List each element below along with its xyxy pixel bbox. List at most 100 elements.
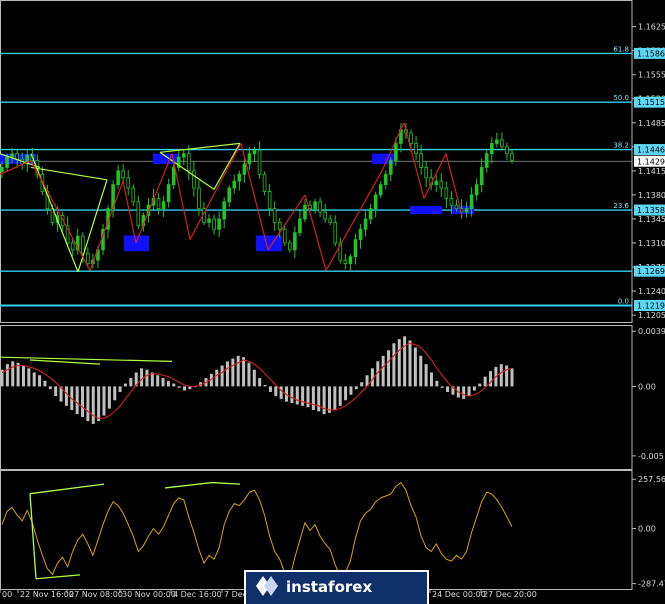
main-tick-label: 1.1485 <box>638 119 665 128</box>
macd-histogram-bar <box>472 386 476 391</box>
candle-body <box>469 194 474 210</box>
macd-histogram-bar <box>11 361 15 387</box>
macd-histogram-bar <box>327 386 331 413</box>
candle-body <box>227 187 232 203</box>
macd-histogram-bar <box>81 386 85 417</box>
candle-body <box>161 201 166 210</box>
macd-histogram-bar <box>462 386 466 399</box>
macd-histogram-bar <box>140 368 144 387</box>
candle-body <box>373 194 378 210</box>
candle-body <box>510 153 514 161</box>
level-price-value: 1.1358 <box>637 206 665 215</box>
candle-body <box>171 167 176 186</box>
candle-body <box>500 139 504 148</box>
macd-histogram-bar <box>478 383 482 387</box>
macd-histogram-bar <box>263 384 267 387</box>
candle-body <box>505 146 509 155</box>
macd-histogram-bar <box>161 378 165 387</box>
level-price-value: 1.1586 <box>637 49 665 58</box>
candle-body <box>0 167 4 172</box>
candle-body <box>444 187 449 199</box>
candle-body <box>181 153 186 158</box>
macd-histogram-bar <box>166 380 170 387</box>
macd-histogram-bar <box>86 386 90 422</box>
trading-chart[interactable]: 1.16251.15901.15551.15201.14851.14501.14… <box>0 0 665 604</box>
macd-histogram-bar <box>311 386 315 411</box>
macd-histogram-bar <box>333 386 337 411</box>
macd-histogram-bar <box>183 386 187 391</box>
candle-body <box>490 142 494 155</box>
time-tick-label: 27 Nov 08:00 <box>69 590 123 599</box>
fibo-level-label: 0.0 <box>618 298 629 306</box>
fibo-level-label: 23.6 <box>613 202 629 210</box>
macd-histogram-bar <box>295 386 299 405</box>
macd-histogram-bar <box>392 343 396 387</box>
time-tick-label: 7 Dec <box>224 590 247 599</box>
macd-histogram-bar <box>505 365 509 387</box>
time-tick-label: 00 <box>2 590 12 599</box>
instaforex-watermark: instaforex <box>244 570 429 604</box>
candle-body <box>232 180 237 189</box>
candle-body <box>414 142 418 155</box>
macd-histogram-bar <box>129 378 133 387</box>
candle-body <box>237 173 242 182</box>
candle-body <box>328 218 333 223</box>
macd-histogram-bar <box>301 386 305 406</box>
macd-histogram-bar <box>91 386 95 424</box>
candle-body <box>474 184 479 196</box>
time-tick-label: 4 Dec 16:00 <box>173 590 222 599</box>
main-tick-label: 1.1415 <box>638 167 665 176</box>
candle-body <box>156 197 161 210</box>
candle-body <box>86 252 90 265</box>
candle-body <box>282 228 287 244</box>
highlight-box <box>410 205 442 215</box>
watermark-brand: instaforex <box>286 578 372 596</box>
macd-histogram-bar <box>499 364 503 387</box>
macd-histogram-bar <box>258 378 262 387</box>
main-tick-label: 1.1310 <box>638 239 665 248</box>
candle-body <box>383 173 388 186</box>
candle-body <box>323 211 327 220</box>
macd-histogram-bar <box>349 386 353 395</box>
macd-tick-label: 0.00397 <box>638 327 665 336</box>
candle-body <box>136 201 141 227</box>
candle-body <box>116 170 120 186</box>
candle-body <box>293 232 297 251</box>
macd-histogram-bar <box>387 350 391 387</box>
candle-body <box>358 228 363 240</box>
macd-histogram-bar <box>435 380 439 387</box>
macd-histogram-bar <box>231 358 235 387</box>
macd-histogram-bar <box>156 375 160 387</box>
macd-histogram-bar <box>118 386 122 392</box>
candle-body <box>288 242 292 251</box>
main-tick-label: 1.1625 <box>638 23 665 32</box>
candle-body <box>217 218 221 230</box>
macd-histogram-bar <box>113 386 117 401</box>
candle-body <box>131 187 136 203</box>
macd-histogram-bar <box>27 368 31 387</box>
candle-body <box>434 180 439 186</box>
macd-histogram-bar <box>419 355 423 387</box>
macd-histogram-bar <box>338 386 342 406</box>
macd-histogram-bar <box>21 365 25 387</box>
macd-histogram-bar <box>440 386 444 388</box>
candle-body <box>454 204 459 210</box>
macd-histogram-bar <box>467 386 471 397</box>
macd-histogram-bar <box>510 368 514 387</box>
macd-histogram-bar <box>306 386 310 408</box>
candle-body <box>333 221 338 244</box>
candle-body <box>262 173 267 192</box>
candle-body <box>212 218 216 230</box>
macd-histogram-bar <box>102 386 106 416</box>
macd-histogram-bar <box>177 386 181 388</box>
macd-histogram-bar <box>107 386 111 409</box>
candle-body <box>247 153 252 165</box>
macd-histogram-bar <box>64 386 68 406</box>
macd-histogram-bar <box>381 355 385 387</box>
level-price-value: 1.1269 <box>637 267 665 276</box>
macd-histogram-bar <box>397 339 401 387</box>
candle-body <box>464 208 469 213</box>
candle-body <box>495 139 499 144</box>
time-tick-label: 22 Nov 16:00 <box>20 590 74 599</box>
macd-histogram-bar <box>344 386 348 401</box>
